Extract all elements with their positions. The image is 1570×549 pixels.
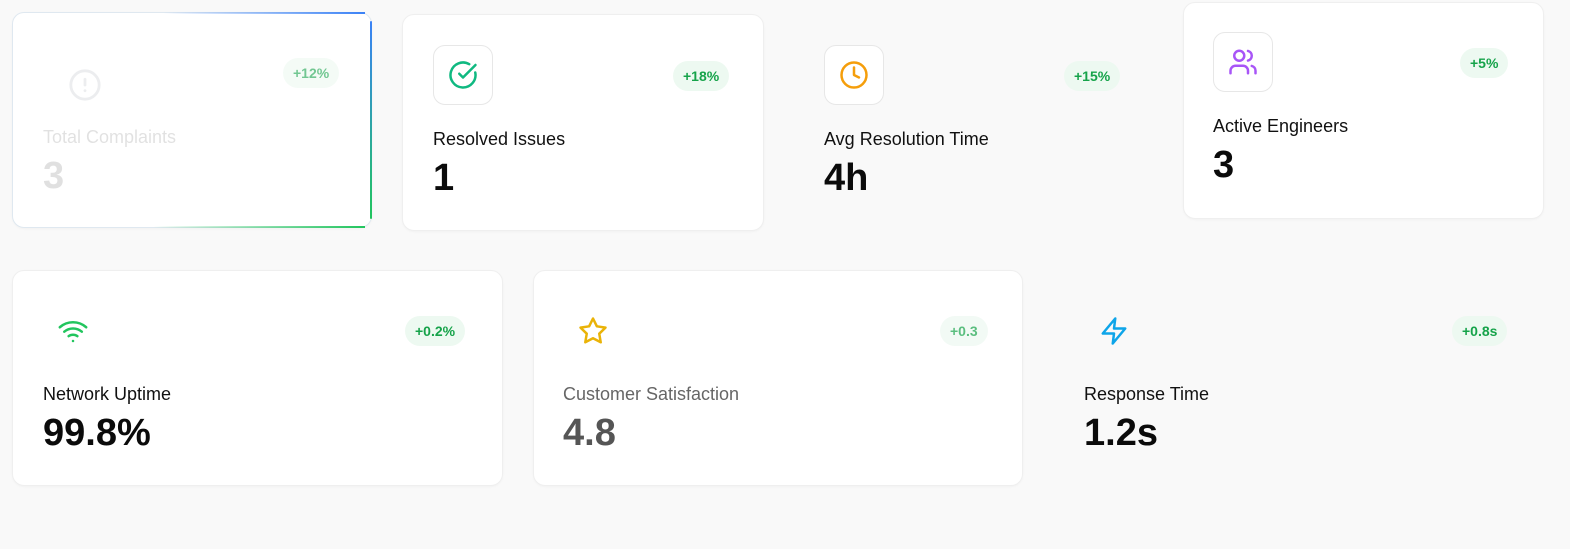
stat-value: 4.8 — [563, 412, 616, 454]
highlight-edge — [163, 12, 365, 14]
alert-circle-icon — [55, 55, 115, 115]
stat-value: 99.8% — [43, 412, 151, 454]
stat-card-total-complaints[interactable]: Total Complaints 3 +12% — [12, 12, 372, 228]
check-circle-icon — [433, 45, 493, 105]
stat-label: Resolved Issues — [433, 129, 566, 149]
stat-label: Customer Satisfaction — [563, 384, 740, 404]
stat-value: 4h — [824, 157, 869, 199]
stat-card-customer-satisfaction[interactable]: +0.3 Customer Satisfaction 4.8 — [533, 270, 1023, 486]
stat-card-resolved-issues[interactable]: +18% Resolved Issues 1 — [402, 14, 764, 231]
stat-label: Network Uptime — [43, 384, 172, 404]
stat-card-avg-resolution-time[interactable]: +15% Avg Resolution Time 4h — [793, 14, 1155, 231]
stat-value: 1.2s — [1084, 412, 1158, 454]
stat-label: Avg Resolution Time — [824, 129, 989, 149]
highlight-edge — [370, 21, 372, 219]
stat-value: 1 — [433, 157, 455, 199]
change-badge: +15% — [1064, 61, 1121, 91]
stat-card-response-time[interactable]: +0.8s Response Time 1.2s — [1053, 270, 1544, 486]
highlight-edge — [153, 226, 365, 228]
change-badge: +12% — [283, 58, 340, 88]
star-icon — [563, 301, 623, 361]
stat-value: 3 — [1213, 144, 1235, 186]
change-badge: +18% — [673, 61, 730, 91]
change-badge: +0.2% — [405, 316, 466, 346]
users-icon — [1213, 32, 1273, 92]
stat-value: 3 — [43, 155, 65, 197]
stat-label: Response Time — [1084, 384, 1210, 404]
clock-icon — [824, 45, 884, 105]
change-badge: +0.3 — [940, 316, 988, 346]
stat-label: Total Complaints — [43, 127, 177, 147]
wifi-icon — [43, 301, 103, 361]
stat-label: Active Engineers — [1213, 116, 1349, 136]
change-badge: +0.8s — [1452, 316, 1508, 346]
stat-card-active-engineers[interactable]: +5% Active Engineers 3 — [1183, 2, 1544, 219]
zap-icon — [1084, 301, 1144, 361]
stat-card-network-uptime[interactable]: +0.2% Network Uptime 99.8% — [12, 270, 503, 486]
change-badge: +5% — [1460, 48, 1509, 78]
